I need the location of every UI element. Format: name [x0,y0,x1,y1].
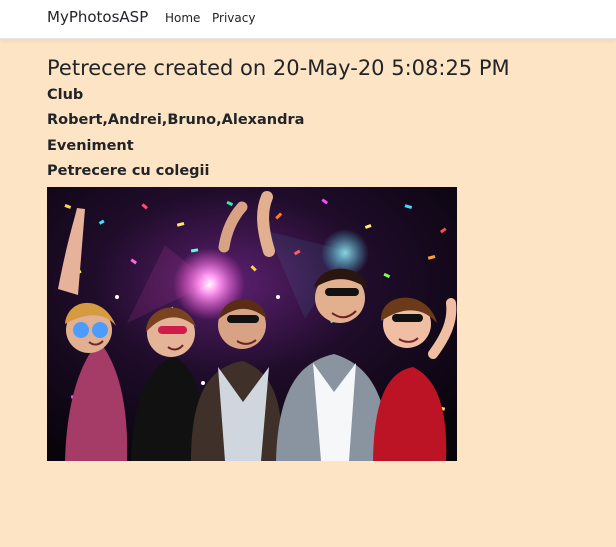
page-title: Petrecere created on 20-May-20 5:08:25 P… [47,56,510,80]
brand-link[interactable]: MyPhotosASP [47,8,148,26]
people-list: Robert,Andrei,Bruno,Alexandra [47,112,305,129]
category-label: Eveniment [47,137,134,154]
party-photo [47,187,457,461]
nav-link-privacy[interactable]: Privacy [212,11,255,25]
party-photo-image [47,187,457,461]
top-navbar: MyPhotosASP Home Privacy [0,0,616,39]
album-description: Petrecere cu colegii [47,162,210,179]
album-details: Petrecere created on 20-May-20 5:08:25 P… [47,53,607,184]
location-type: Club [47,87,84,103]
nav-link-home[interactable]: Home [165,11,200,25]
